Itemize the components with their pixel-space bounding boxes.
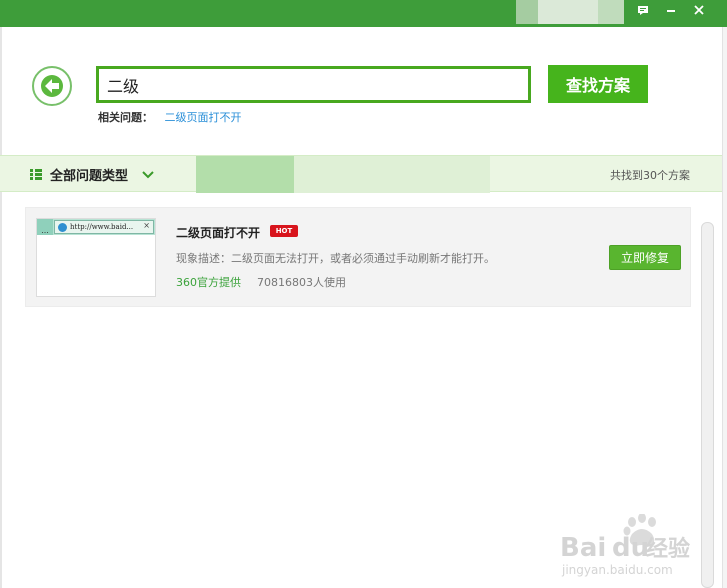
category-dropdown-label: 全部问题类型 [50,169,129,184]
watermark-brand-tail: 经验 [646,536,690,562]
related-link[interactable]: 二级页面打不开 [165,111,242,124]
app-window: 查找方案 相关问题： 二级页面打不开 全部问题类型 共找到30个方案 [0,0,727,588]
result-item[interactable]: ... http://www.baid... × 二级页面打不开 HOT 现象描… [25,207,691,307]
watermark-brand: Bai [560,533,606,563]
window-left-edge [0,27,2,588]
fix-now-button[interactable]: 立即修复 [609,245,681,270]
window-right-edge [722,27,727,588]
thumbnail-tab-text: http://www.baid... [70,223,134,231]
titlebar-obscured-region [516,0,538,24]
result-thumbnail: ... http://www.baid... × [36,218,156,297]
close-button[interactable] [685,0,713,20]
globe-icon [58,222,67,232]
related-questions: 相关问题： 二级页面打不开 [98,109,242,125]
search-input[interactable] [96,66,531,103]
baidu-jingyan-watermark: Bai du 经验 jingyan.baidu.com [560,513,700,580]
result-title[interactable]: 二级页面打不开 [176,224,260,241]
close-icon [694,5,704,15]
related-label: 相关问题： [98,111,153,124]
result-source: 360官方提供 [176,276,241,289]
minimize-icon [667,10,675,12]
scrollbar-thumb[interactable] [701,222,714,588]
obscured-region [196,156,294,193]
result-count: 共找到30个方案 [610,169,690,182]
category-dropdown[interactable]: 全部问题类型 [0,156,183,193]
thumbnail-menu-dots: ... [37,219,53,235]
hot-badge: HOT [270,225,298,237]
minimize-button[interactable] [657,0,685,20]
titlebar-obscured-region [538,0,598,24]
title-bar [0,0,727,27]
feedback-button[interactable] [629,0,657,20]
search-button[interactable]: 查找方案 [548,65,648,103]
back-button[interactable] [32,66,72,106]
chevron-down-icon [142,170,154,178]
thumbnail-browser-tab: http://www.baid... × [54,220,154,234]
titlebar-obscured-region [598,0,624,24]
result-usage-count: 70816803人使用 [257,276,346,289]
watermark-logo: Bai du 经验 jingyan.baidu.com [560,513,690,577]
svg-text:du: du [612,533,649,563]
watermark-url: jingyan.baidu.com [561,563,673,577]
tab-close-icon: × [143,221,150,230]
chat-bubble-icon [638,5,648,15]
back-arrow-icon [41,75,63,97]
result-description: 现象描述：二级页面无法打开，或者必须通过手动刷新才能打开。 [176,252,495,265]
list-icon [30,169,42,180]
category-bar: 全部问题类型 共找到30个方案 [0,155,722,193]
obscured-region [294,156,490,193]
